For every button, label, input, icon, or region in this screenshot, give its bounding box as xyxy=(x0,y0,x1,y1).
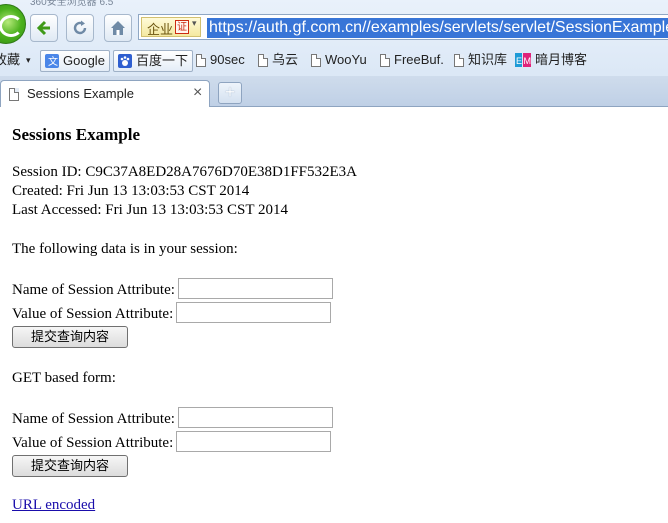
page-heading: Sessions Example xyxy=(12,125,140,144)
bookmark-anyue-blog[interactable]: EM 暗月博客 xyxy=(515,50,587,70)
bookmark-label: WooYu xyxy=(325,52,367,67)
post-attribute-value-input[interactable] xyxy=(176,302,331,323)
page-icon xyxy=(9,88,19,101)
bookmarks-bar: 收藏 ▾ 文 Google 百度一下 90sec 乌云 WooYu FreeBu… xyxy=(0,48,668,72)
bookmark-google[interactable]: 文 Google xyxy=(40,50,110,72)
bookmark-label: 暗月博客 xyxy=(535,52,588,67)
home-icon xyxy=(111,21,125,35)
enterprise-cert-badge[interactable]: 企业 证 ▾ xyxy=(141,17,201,37)
created-text: Created: Fri Jun 13 13:03:53 CST 2014 xyxy=(12,183,250,199)
svg-text:文: 文 xyxy=(48,55,58,68)
bookmark-label: 90sec xyxy=(210,52,245,67)
anyue-logo-icon: EM xyxy=(515,53,531,67)
page-icon xyxy=(196,53,206,67)
chevron-down-icon: ▾ xyxy=(26,55,31,65)
bookmark-90sec[interactable]: 90sec xyxy=(196,50,245,70)
tab-strip: Sessions Example × + xyxy=(0,76,668,107)
window-titlebar: 360安全浏览器 6.5 xyxy=(0,0,668,12)
enterprise-label: 企业 xyxy=(147,22,174,37)
refresh-button[interactable] xyxy=(66,14,94,42)
bookmark-label: Google xyxy=(63,53,105,68)
get-attribute-name-input[interactable] xyxy=(178,407,333,428)
svg-text:E: E xyxy=(516,56,522,66)
google-translate-icon: 文 xyxy=(45,54,59,68)
home-button[interactable] xyxy=(104,14,132,42)
chevron-down-icon: ▾ xyxy=(192,18,197,28)
session-id-text: Session ID: C9C37A8ED28A7676D70E38D1FF53… xyxy=(12,164,358,180)
url-encoded-link[interactable]: URL encoded xyxy=(12,497,95,514)
page-icon xyxy=(311,53,321,67)
get-attribute-value-input[interactable] xyxy=(176,431,331,452)
close-icon[interactable]: × xyxy=(193,84,202,102)
back-arrow-icon xyxy=(36,20,50,36)
post-submit-button[interactable]: 提交查询内容 xyxy=(12,326,128,348)
bookmark-knowledge-base[interactable]: 知识库 xyxy=(454,50,507,70)
bookmark-label: FreeBuf. xyxy=(394,52,444,67)
bookmark-wooyun[interactable]: 乌云 xyxy=(258,50,298,70)
browser-chrome: 360安全浏览器 6.5 企业 证 ▾ https://auth.gf.com.… xyxy=(0,0,668,107)
bookmark-label: 乌云 xyxy=(272,52,299,67)
address-bar[interactable]: 企业 证 ▾ https://auth.gf.com.cn//examples/… xyxy=(138,14,668,40)
post-name-label: Name of Session Attribute: xyxy=(12,282,175,298)
get-submit-button[interactable]: 提交查询内容 xyxy=(12,455,128,477)
address-url[interactable]: https://auth.gf.com.cn//examples/servlet… xyxy=(207,18,668,38)
window-title: 360安全浏览器 6.5 xyxy=(30,0,114,8)
bookmark-freebuf[interactable]: FreeBuf. xyxy=(380,50,444,70)
page-icon xyxy=(454,53,464,67)
bookmark-baidu[interactable]: 百度一下 xyxy=(113,50,194,72)
post-value-label: Value of Session Attribute: xyxy=(12,306,174,322)
svg-text:M: M xyxy=(524,56,532,66)
session-data-intro: The following data is in your session: xyxy=(12,241,238,257)
last-accessed-text: Last Accessed: Fri Jun 13 13:03:53 CST 2… xyxy=(12,202,288,218)
bookmark-label: 收藏 xyxy=(0,52,21,67)
get-name-label: Name of Session Attribute: xyxy=(12,411,175,427)
get-value-label: Value of Session Attribute: xyxy=(12,435,174,451)
post-attribute-name-input[interactable] xyxy=(178,278,333,299)
baidu-paw-icon xyxy=(118,54,132,68)
bookmark-label: 知识库 xyxy=(468,52,508,67)
get-form-title: GET based form: xyxy=(12,370,116,386)
refresh-icon xyxy=(73,20,87,35)
bookmark-favorites[interactable]: 收藏 ▾ xyxy=(0,50,31,70)
bookmark-wooyu[interactable]: WooYu xyxy=(311,50,367,70)
new-tab-button[interactable]: + xyxy=(218,82,242,104)
page-icon xyxy=(258,53,268,67)
tab-title: Sessions Example xyxy=(27,86,134,101)
tab-sessions-example[interactable]: Sessions Example × xyxy=(0,80,210,107)
certificate-icon: 证 xyxy=(175,20,189,34)
back-button[interactable] xyxy=(30,14,58,42)
page-icon xyxy=(380,53,390,67)
bookmark-label: 百度一下 xyxy=(136,53,189,68)
